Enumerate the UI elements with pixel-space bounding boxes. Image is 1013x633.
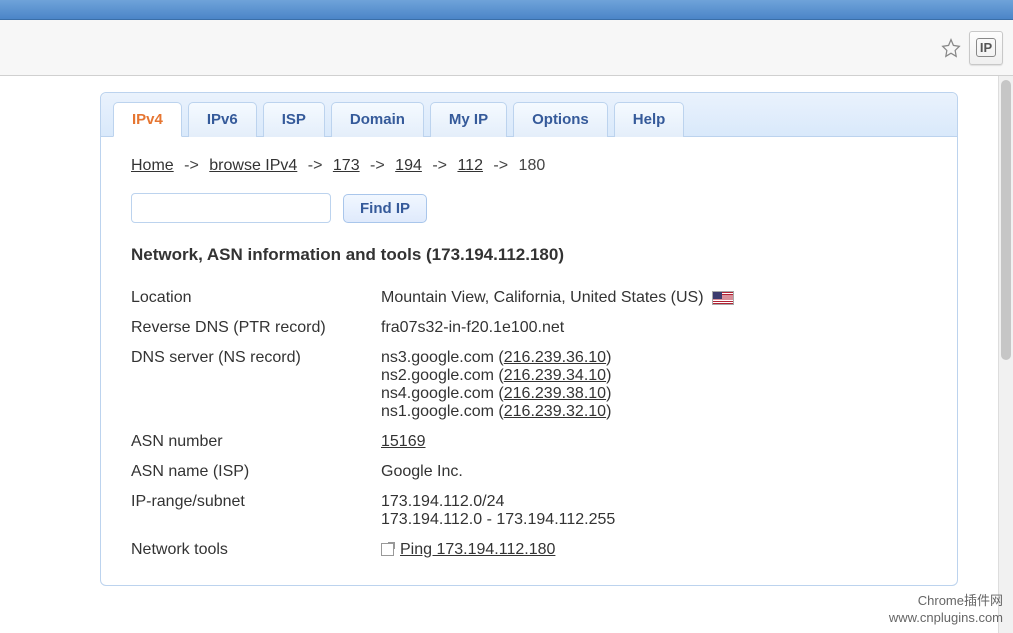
ip-extension-button[interactable]: IP	[969, 31, 1003, 65]
crumb-current: 180	[519, 157, 546, 174]
label-asn-number: ASN number	[131, 427, 381, 457]
value-asn-name: Google Inc.	[381, 457, 927, 487]
label-dns: DNS server (NS record)	[131, 343, 381, 427]
row-asn-number: ASN number 15169	[131, 427, 927, 457]
dns-line: ns1.google.com (216.239.32.10)	[381, 403, 927, 421]
find-ip-button[interactable]: Find IP	[343, 194, 427, 223]
row-dns: DNS server (NS record) ns3.google.com (2…	[131, 343, 927, 427]
crumb-sep: ->	[370, 157, 385, 174]
crumb-sep: ->	[493, 157, 508, 174]
browser-toolbar: IP	[0, 20, 1013, 76]
us-flag-icon	[712, 291, 734, 305]
ip-search-input[interactable]	[131, 193, 331, 223]
dns-line: ns3.google.com (216.239.36.10)	[381, 349, 927, 367]
label-network-tools: Network tools	[131, 535, 381, 565]
tab-ipv6[interactable]: IPv6	[188, 102, 257, 137]
extension-popup-panel: IPv4 IPv6 ISP Domain My IP Options Help …	[100, 92, 958, 586]
label-asn-name: ASN name (ISP)	[131, 457, 381, 487]
tab-options[interactable]: Options	[513, 102, 608, 137]
watermark: Chrome插件网 www.cnplugins.com	[889, 593, 1003, 627]
row-asn-name: ASN name (ISP) Google Inc.	[131, 457, 927, 487]
tab-bar: IPv4 IPv6 ISP Domain My IP Options Help	[101, 93, 957, 137]
row-location: Location Mountain View, California, Unit…	[131, 283, 927, 313]
info-table: Location Mountain View, California, Unit…	[131, 283, 927, 565]
value-rdns: fra07s32-in-f20.1e100.net	[381, 313, 927, 343]
tab-isp[interactable]: ISP	[263, 102, 325, 137]
dns-line: ns2.google.com (216.239.34.10)	[381, 367, 927, 385]
crumb-173[interactable]: 173	[333, 157, 360, 174]
row-ip-range: IP-range/subnet 173.194.112.0/24 173.194…	[131, 487, 927, 535]
tab-ipv4[interactable]: IPv4	[113, 102, 182, 137]
crumb-sep: ->	[308, 157, 323, 174]
value-location: Mountain View, California, United States…	[381, 283, 927, 313]
value-asn-number: 15169	[381, 427, 927, 457]
asn-link[interactable]: 15169	[381, 433, 426, 450]
label-location: Location	[131, 283, 381, 313]
ip-extension-badge: IP	[976, 38, 996, 57]
scrollbar[interactable]	[998, 76, 1013, 633]
window-titlebar	[0, 0, 1013, 20]
dns-ip-link[interactable]: 216.239.36.10	[504, 349, 606, 366]
scrollbar-thumb[interactable]	[1001, 80, 1011, 360]
row-rdns: Reverse DNS (PTR record) fra07s32-in-f20…	[131, 313, 927, 343]
content-area: IPv4 IPv6 ISP Domain My IP Options Help …	[0, 76, 1013, 633]
crumb-sep: ->	[184, 157, 199, 174]
dns-ip-link[interactable]: 216.239.38.10	[504, 385, 606, 402]
bookmark-star-icon[interactable]	[939, 36, 963, 60]
label-ip-range: IP-range/subnet	[131, 487, 381, 535]
crumb-home[interactable]: Home	[131, 157, 174, 174]
tab-domain[interactable]: Domain	[331, 102, 424, 137]
crumb-sep: ->	[432, 157, 447, 174]
dns-ip-link[interactable]: 216.239.32.10	[504, 403, 606, 420]
row-network-tools: Network tools Ping 173.194.112.180	[131, 535, 927, 565]
crumb-112[interactable]: 112	[457, 157, 483, 174]
crumb-194[interactable]: 194	[395, 157, 422, 174]
section-heading: Network, ASN information and tools (173.…	[131, 245, 927, 265]
tab-help[interactable]: Help	[614, 102, 685, 137]
crumb-browse-ipv4[interactable]: browse IPv4	[209, 157, 297, 174]
value-dns: ns3.google.com (216.239.36.10) ns2.googl…	[381, 343, 927, 427]
value-network-tools: Ping 173.194.112.180	[381, 535, 927, 565]
ping-link[interactable]: Ping 173.194.112.180	[400, 541, 555, 558]
external-link-icon	[381, 543, 394, 556]
search-row: Find IP	[131, 193, 927, 223]
value-ip-range: 173.194.112.0/24 173.194.112.0 - 173.194…	[381, 487, 927, 535]
label-rdns: Reverse DNS (PTR record)	[131, 313, 381, 343]
tab-myip[interactable]: My IP	[430, 102, 507, 137]
panel-body: Home -> browse IPv4 -> 173 -> 194 -> 112…	[101, 137, 957, 585]
dns-ip-link[interactable]: 216.239.34.10	[504, 367, 606, 384]
dns-line: ns4.google.com (216.239.38.10)	[381, 385, 927, 403]
breadcrumb: Home -> browse IPv4 -> 173 -> 194 -> 112…	[131, 157, 927, 175]
